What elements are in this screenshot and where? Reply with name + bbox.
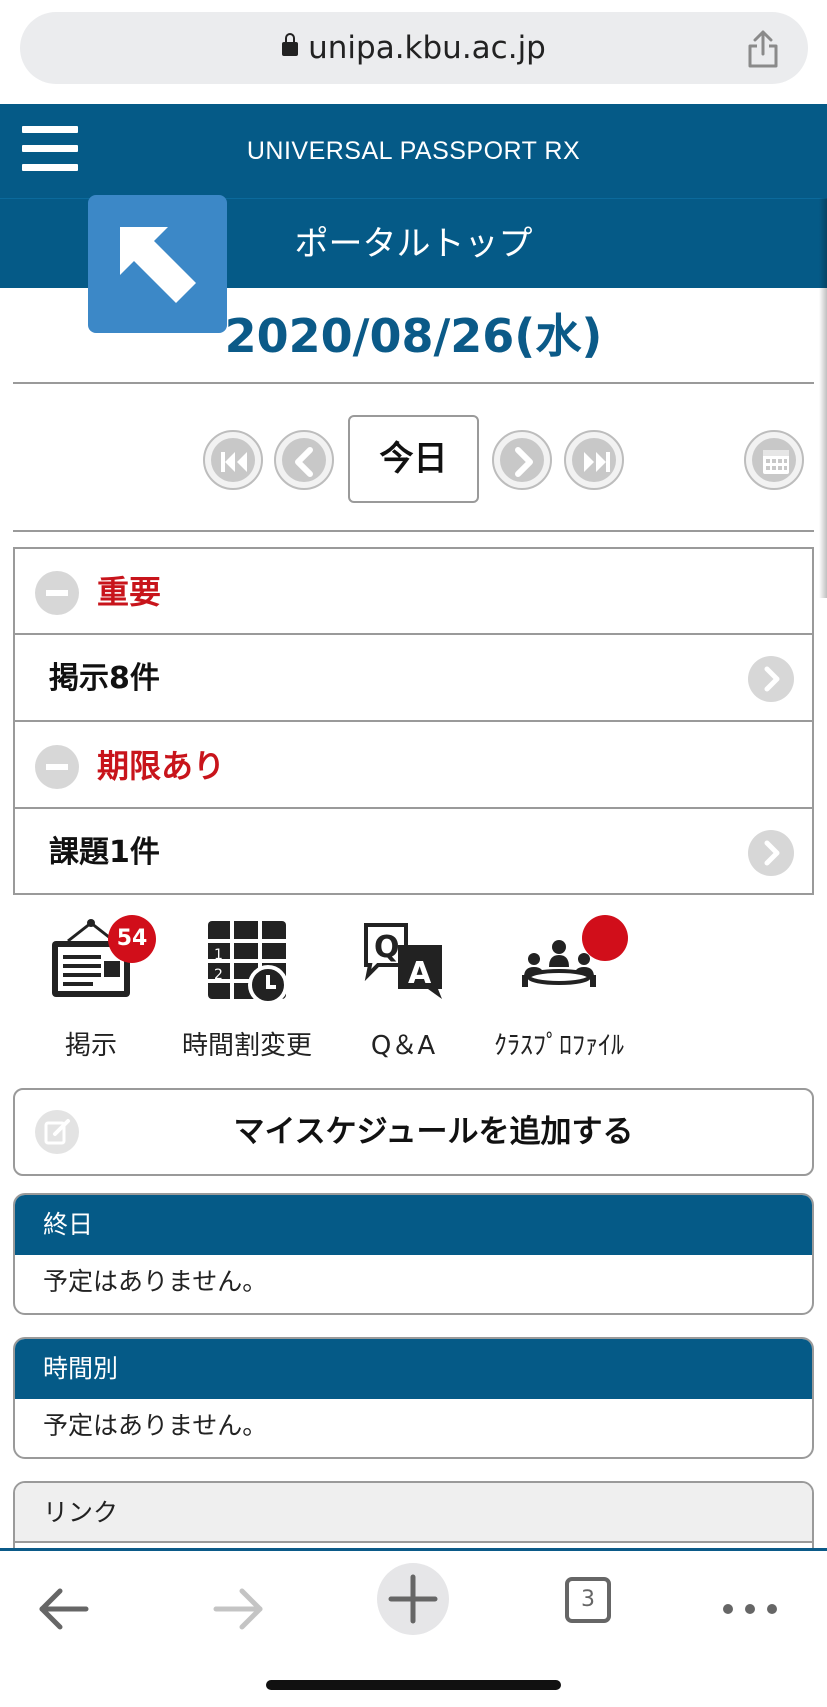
collapse-icon: [35, 571, 79, 615]
first-page-button[interactable]: [203, 430, 263, 490]
url-text: unipa.kbu.ac.jp: [308, 30, 546, 66]
shortcut-class-profile[interactable]: ｸﾗｽﾌﾟﾛﾌｧｲﾙ: [484, 915, 634, 1065]
shortcut-qa[interactable]: Q A Q＆A: [328, 915, 478, 1065]
chevron-right-icon: [748, 830, 794, 876]
timetable-change-icon: 1 2: [208, 921, 288, 1005]
tab-count-button[interactable]: 3: [565, 1577, 611, 1623]
timed-panel: 時間別 予定はありません。: [13, 1337, 814, 1459]
calendar-button[interactable]: [744, 430, 804, 490]
add-schedule-label: マイスケジュールを追加する: [233, 1114, 634, 1150]
skip-back-icon: [221, 452, 247, 472]
collapse-icon: [35, 745, 79, 789]
divider: [13, 382, 814, 384]
important-section-header[interactable]: 重要: [15, 549, 812, 635]
shortcut-bulletin[interactable]: 54 掲示: [16, 915, 166, 1065]
shortcut-label: ｸﾗｽﾌﾟﾛﾌｧｲﾙ: [493, 1031, 624, 1061]
more-icon[interactable]: [714, 1573, 786, 1645]
calendar-icon: [763, 450, 789, 474]
browser-address-bar[interactable]: unipa.kbu.ac.jp: [20, 12, 808, 84]
home-indicator: [266, 1680, 561, 1690]
chevron-right-icon: [748, 656, 794, 702]
chevron-right-icon: [515, 447, 533, 477]
timed-empty-text: 予定はありません。: [43, 1411, 268, 1440]
svg-text:2: 2: [214, 967, 223, 983]
today-button[interactable]: 今日: [348, 415, 479, 503]
last-page-button[interactable]: [564, 430, 624, 490]
forward-arrow-icon[interactable]: [202, 1573, 274, 1645]
chevron-left-icon: [295, 447, 313, 477]
notices-row[interactable]: 掲示8件: [15, 636, 812, 722]
notification-dot: [582, 915, 628, 961]
next-day-button[interactable]: [492, 430, 552, 490]
deadline-section-header[interactable]: 期限あり: [15, 723, 812, 809]
app-header: UNIVERSAL PASSPORT RX: [0, 104, 827, 198]
url-display: unipa.kbu.ac.jp: [20, 12, 808, 84]
prev-day-button[interactable]: [274, 430, 334, 490]
add-schedule-button[interactable]: マイスケジュールを追加する: [13, 1088, 814, 1176]
timed-title: 時間別: [15, 1339, 812, 1399]
allday-title: 終日: [15, 1195, 812, 1255]
back-button[interactable]: [88, 195, 227, 333]
links-title: リンク: [15, 1483, 812, 1543]
tasks-count: 課題1件: [49, 835, 160, 870]
plus-icon: [388, 1574, 438, 1624]
allday-empty-text: 予定はありません。: [43, 1267, 268, 1296]
arrow-up-left-icon: [120, 227, 196, 303]
notification-badge: 54: [108, 915, 156, 963]
deadline-label: 期限あり: [97, 747, 226, 785]
side-panel-edge: [819, 198, 827, 598]
svg-text:A: A: [408, 956, 432, 991]
shortcut-timetable-change[interactable]: 1 2 時間割変更: [172, 915, 322, 1065]
back-arrow-icon[interactable]: [28, 1573, 100, 1645]
notices-count: 掲示8件: [49, 661, 160, 696]
svg-text:1: 1: [214, 947, 223, 963]
allday-panel: 終日 予定はありません。: [13, 1193, 814, 1315]
skip-forward-icon: [584, 452, 610, 472]
share-icon[interactable]: [746, 30, 780, 68]
svg-text:Q: Q: [374, 930, 400, 965]
divider: [13, 530, 814, 532]
alerts-list: 重要 掲示8件 期限あり 課題1件: [13, 547, 814, 895]
new-tab-button[interactable]: [377, 1563, 449, 1635]
important-label: 重要: [97, 573, 162, 611]
lock-icon: [282, 33, 299, 56]
app-title: UNIVERSAL PASSPORT RX: [246, 137, 581, 165]
qa-icon: Q A: [364, 923, 442, 999]
tasks-row[interactable]: 課題1件: [15, 810, 812, 896]
